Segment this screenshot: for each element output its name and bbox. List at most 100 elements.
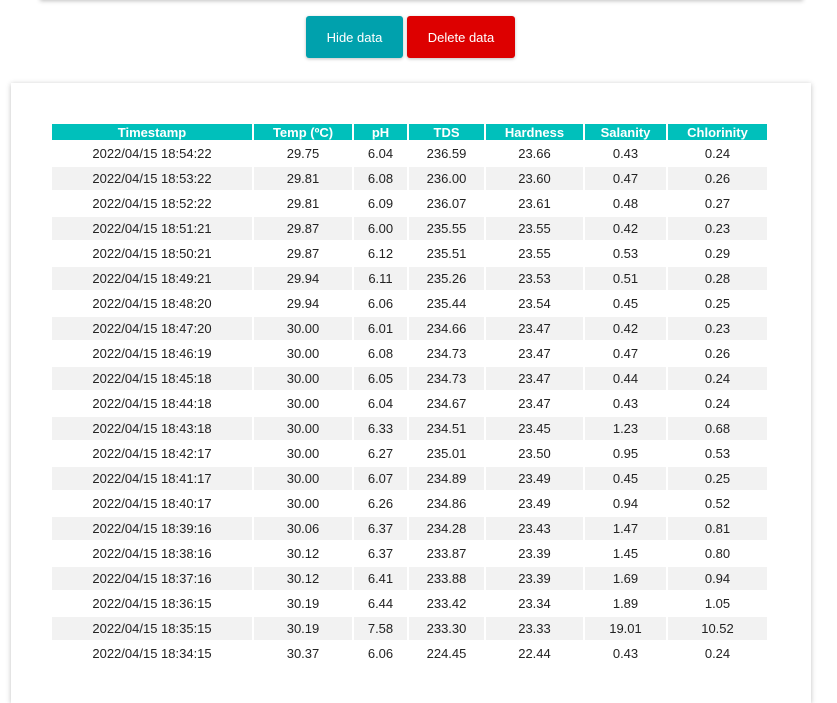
table-row: 2022/04/15 18:54:22 29.75 6.04 236.59 23.66 0… — [52, 142, 767, 165]
temp-cell: 29.87 — [254, 242, 352, 265]
hardness-cell: 22.44 — [486, 642, 583, 665]
ph-cell: 7.58 — [354, 617, 407, 640]
tds-cell: 234.73 — [409, 342, 484, 365]
table-body: 2022/04/15 18:54:22 29.75 6.04 236.59 23.66 0… — [52, 142, 767, 665]
salanity-cell: 0.43 — [585, 642, 666, 665]
timestamp-cell: 2022/04/15 18:39:16 — [52, 517, 252, 540]
column-header-temp: Temp (ºC) — [254, 124, 352, 140]
timestamp-cell: 2022/04/15 18:36:15 — [52, 592, 252, 615]
ph-cell: 6.04 — [354, 392, 407, 415]
tds-cell: 235.55 — [409, 217, 484, 240]
column-header-hardness: Hardness — [486, 124, 583, 140]
tds-cell: 233.30 — [409, 617, 484, 640]
table-row: 2022/04/15 18:47:20 30.00 6.01 234.66 23.47 0… — [52, 317, 767, 340]
ph-cell: 6.44 — [354, 592, 407, 615]
timestamp-cell: 2022/04/15 18:51:21 — [52, 217, 252, 240]
tds-cell: 234.28 — [409, 517, 484, 540]
tds-cell: 234.67 — [409, 392, 484, 415]
salanity-cell: 0.47 — [585, 167, 666, 190]
tds-cell: 234.86 — [409, 492, 484, 515]
salanity-cell: 1.69 — [585, 567, 666, 590]
temp-cell: 29.81 — [254, 192, 352, 215]
ph-cell: 6.08 — [354, 167, 407, 190]
table-row: 2022/04/15 18:46:19 30.00 6.08 234.73 23.47 0… — [52, 342, 767, 365]
salanity-cell: 0.47 — [585, 342, 666, 365]
hardness-cell: 23.66 — [486, 142, 583, 165]
tds-cell: 233.42 — [409, 592, 484, 615]
table-row: 2022/04/15 18:52:22 29.81 6.09 236.07 23.61 0… — [52, 192, 767, 215]
temp-cell: 30.00 — [254, 492, 352, 515]
tds-cell: 235.01 — [409, 442, 484, 465]
chlorinity-cell: 10.52 — [668, 617, 767, 640]
temp-cell: 30.19 — [254, 617, 352, 640]
ph-cell: 6.26 — [354, 492, 407, 515]
table-row: 2022/04/15 18:40:17 30.00 6.26 234.86 23.49 0… — [52, 492, 767, 515]
hardness-cell: 23.47 — [486, 317, 583, 340]
salanity-cell: 0.45 — [585, 292, 666, 315]
tds-cell: 234.73 — [409, 367, 484, 390]
hardness-cell: 23.54 — [486, 292, 583, 315]
table-row: 2022/04/15 18:39:16 30.06 6.37 234.28 23.43 1… — [52, 517, 767, 540]
column-header-timestamp: Timestamp — [52, 124, 252, 140]
hardness-cell: 23.43 — [486, 517, 583, 540]
salanity-cell: 0.48 — [585, 192, 666, 215]
hardness-cell: 23.34 — [486, 592, 583, 615]
timestamp-cell: 2022/04/15 18:54:22 — [52, 142, 252, 165]
temp-cell: 30.19 — [254, 592, 352, 615]
timestamp-cell: 2022/04/15 18:35:15 — [52, 617, 252, 640]
chlorinity-cell: 0.68 — [668, 417, 767, 440]
ph-cell: 6.37 — [354, 542, 407, 565]
hardness-cell: 23.33 — [486, 617, 583, 640]
timestamp-cell: 2022/04/15 18:34:15 — [52, 642, 252, 665]
chlorinity-cell: 0.25 — [668, 467, 767, 490]
table-row: 2022/04/15 18:44:18 30.00 6.04 234.67 23.47 0… — [52, 392, 767, 415]
chlorinity-cell: 0.23 — [668, 317, 767, 340]
timestamp-cell: 2022/04/15 18:45:18 — [52, 367, 252, 390]
timestamp-cell: 2022/04/15 18:37:16 — [52, 567, 252, 590]
table-row: 2022/04/15 18:37:16 30.12 6.41 233.88 23.39 1… — [52, 567, 767, 590]
chlorinity-cell: 0.23 — [668, 217, 767, 240]
tds-cell: 234.66 — [409, 317, 484, 340]
salanity-cell: 19.01 — [585, 617, 666, 640]
hide-data-button[interactable]: Hide data — [306, 16, 403, 58]
timestamp-cell: 2022/04/15 18:40:17 — [52, 492, 252, 515]
temp-cell: 30.00 — [254, 417, 352, 440]
chlorinity-cell: 0.80 — [668, 542, 767, 565]
tds-cell: 224.45 — [409, 642, 484, 665]
tds-cell: 236.59 — [409, 142, 484, 165]
chlorinity-cell: 0.25 — [668, 292, 767, 315]
data-table-card: Timestamp Temp (ºC) pH TDS Hardness Sala… — [11, 83, 811, 703]
hardness-cell: 23.61 — [486, 192, 583, 215]
tds-cell: 235.44 — [409, 292, 484, 315]
chlorinity-cell: 0.53 — [668, 442, 767, 465]
hardness-cell: 23.45 — [486, 417, 583, 440]
temp-cell: 29.94 — [254, 267, 352, 290]
table-header-row: Timestamp Temp (ºC) pH TDS Hardness Sala… — [52, 124, 767, 140]
tds-cell: 233.87 — [409, 542, 484, 565]
column-header-chlorinity: Chlorinity — [668, 124, 767, 140]
hardness-cell: 23.47 — [486, 342, 583, 365]
temp-cell: 30.00 — [254, 392, 352, 415]
hardness-cell: 23.55 — [486, 242, 583, 265]
delete-data-button[interactable]: Delete data — [407, 16, 515, 58]
tds-cell: 235.51 — [409, 242, 484, 265]
chlorinity-cell: 0.29 — [668, 242, 767, 265]
table-row: 2022/04/15 18:53:22 29.81 6.08 236.00 23.60 0… — [52, 167, 767, 190]
hardness-cell: 23.50 — [486, 442, 583, 465]
salanity-cell: 0.43 — [585, 142, 666, 165]
timestamp-cell: 2022/04/15 18:53:22 — [52, 167, 252, 190]
table-row: 2022/04/15 18:48:20 29.94 6.06 235.44 23.54 0… — [52, 292, 767, 315]
ph-cell: 6.12 — [354, 242, 407, 265]
temp-cell: 30.00 — [254, 442, 352, 465]
timestamp-cell: 2022/04/15 18:38:16 — [52, 542, 252, 565]
chlorinity-cell: 0.28 — [668, 267, 767, 290]
chlorinity-cell: 0.27 — [668, 192, 767, 215]
chlorinity-cell: 0.24 — [668, 142, 767, 165]
temp-cell: 29.75 — [254, 142, 352, 165]
chlorinity-cell: 0.26 — [668, 342, 767, 365]
temp-cell: 30.00 — [254, 467, 352, 490]
table-row: 2022/04/15 18:35:15 30.19 7.58 233.30 23.33 1… — [52, 617, 767, 640]
ph-cell: 6.09 — [354, 192, 407, 215]
tds-cell: 236.07 — [409, 192, 484, 215]
hardness-cell: 23.49 — [486, 492, 583, 515]
